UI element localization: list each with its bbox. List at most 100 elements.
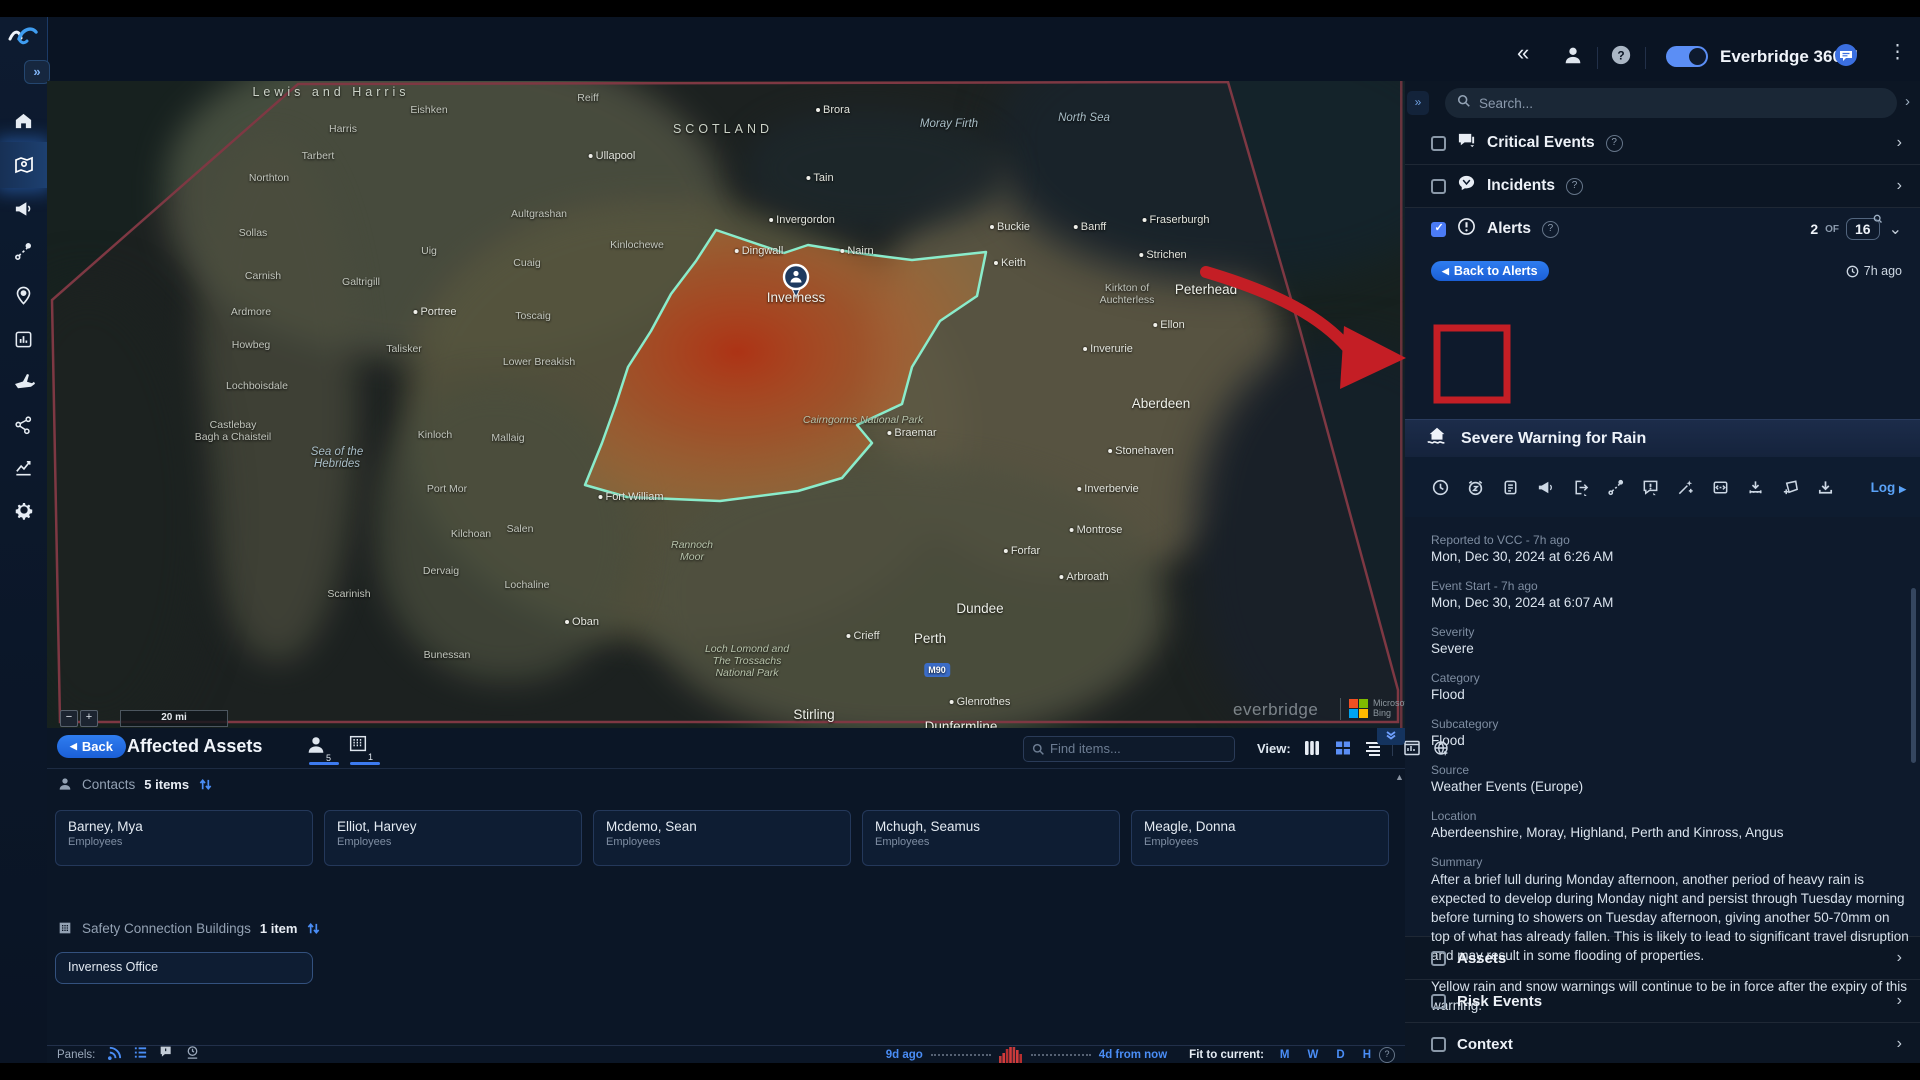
timeline-help-icon[interactable]: ?: [1379, 1047, 1395, 1063]
alert-field: SourceWeather Events (Europe): [1431, 763, 1894, 796]
section-row-context[interactable]: Context ›: [1405, 1023, 1920, 1065]
map-label: Inverurie: [1083, 343, 1133, 355]
help-icon[interactable]: ?: [1610, 44, 1632, 70]
broadcast-icon[interactable]: [1528, 478, 1563, 497]
contact-card[interactable]: Mchugh, SeamusEmployees: [862, 810, 1120, 866]
find-items-input[interactable]: Find items...: [1023, 736, 1235, 762]
everbridge-logo-icon[interactable]: [6, 23, 40, 58]
range-hour-button[interactable]: H: [1363, 1049, 1371, 1061]
map-canvas[interactable]: Lewis and HarrisReiffEishkenHarrisSCOTLA…: [47, 81, 1405, 728]
alerts-collapse-chevron-icon[interactable]: ⌄: [1889, 219, 1902, 239]
critical-events-checkbox[interactable]: [1431, 136, 1446, 151]
back-to-alerts-button[interactable]: ◀Back to Alerts: [1431, 261, 1549, 281]
map-attribution: Microsoft Bing: [1373, 698, 1405, 718]
tab-contacts[interactable]: 5: [305, 734, 327, 761]
assets-chevron-icon[interactable]: ›: [1897, 949, 1902, 967]
history-icon[interactable]: [1423, 478, 1458, 497]
alerts-count-current: 2: [1810, 221, 1818, 237]
critical-events-help-icon[interactable]: ?: [1606, 135, 1623, 152]
alerts-help-icon[interactable]: ?: [1542, 221, 1559, 238]
incidents-chevron-icon[interactable]: ›: [1897, 177, 1902, 195]
context-checkbox[interactable]: [1431, 1037, 1446, 1052]
more-menu-icon[interactable]: ⋮: [1888, 43, 1907, 63]
zoom-in-button[interactable]: +: [80, 710, 98, 727]
collapse-left-icon[interactable]: «: [1517, 43, 1529, 63]
contacts-section-header: Contacts 5 items: [57, 776, 213, 792]
incidents-checkbox[interactable]: [1431, 179, 1446, 194]
details-scrollbar[interactable]: [1911, 588, 1916, 763]
draw-area-icon[interactable]: [1773, 478, 1808, 497]
map-label: Inverbervie: [1077, 483, 1138, 495]
risk-events-chevron-icon[interactable]: ›: [1897, 992, 1902, 1010]
range-week-button[interactable]: W: [1308, 1049, 1319, 1061]
sidebar-item-location[interactable]: [0, 275, 47, 315]
sidebar-item-home[interactable]: [0, 100, 47, 140]
timeline-past-label[interactable]: 9d ago: [886, 1049, 923, 1061]
sort-icon[interactable]: [198, 777, 213, 792]
sidebar-item-network[interactable]: [0, 405, 47, 445]
alerts-checkbox[interactable]: [1431, 222, 1446, 237]
layer-row-incidents[interactable]: Incidents ? ›: [1405, 165, 1920, 207]
download-icon[interactable]: [1808, 478, 1843, 497]
sidebar-item-route[interactable]: [0, 231, 47, 271]
map-label: Perth: [914, 633, 946, 645]
back-button[interactable]: ◀Back: [57, 735, 126, 758]
alerts-count-total-box[interactable]: 16: [1846, 218, 1880, 240]
snooze-alarm-icon[interactable]: [1458, 478, 1493, 497]
collapse-bottom-panel-icon[interactable]: [1377, 728, 1405, 745]
user-icon[interactable]: [1562, 44, 1584, 70]
feedback-icon[interactable]: [1834, 43, 1858, 71]
range-month-button[interactable]: M: [1280, 1049, 1290, 1061]
tab-buildings[interactable]: 1: [347, 733, 369, 760]
feed-panel-icon[interactable]: [107, 1045, 122, 1065]
search-row-chevron-icon[interactable]: ›: [1905, 93, 1910, 110]
view-grid-icon-active[interactable]: [1333, 738, 1353, 763]
range-day-button[interactable]: D: [1336, 1049, 1344, 1061]
map-label: Toscaig: [515, 310, 551, 322]
globe-export-icon[interactable]: [1432, 738, 1452, 763]
scroll-up-icon[interactable]: ▲: [1395, 772, 1404, 782]
sidebar-item-analytics[interactable]: [0, 447, 47, 487]
collapse-panel-handle[interactable]: »: [1407, 91, 1429, 115]
building-card[interactable]: Inverness Office: [55, 952, 313, 984]
sidebar-item-reports[interactable]: [0, 319, 47, 359]
report-view-icon[interactable]: [1402, 738, 1422, 763]
risk-events-checkbox[interactable]: [1431, 994, 1446, 1009]
everbridge360-toggle[interactable]: [1666, 46, 1708, 67]
map-label: Bunessan: [424, 649, 471, 661]
view-columns-icon[interactable]: [1302, 738, 1322, 763]
sidebar-item-settings[interactable]: [0, 490, 47, 530]
layer-row-critical-events[interactable]: Critical Events ? ›: [1405, 122, 1920, 164]
sidebar-item-map-active[interactable]: [0, 145, 47, 185]
measure-icon[interactable]: [1738, 478, 1773, 497]
tab-contacts-underline: [309, 762, 339, 765]
launch-incident-icon[interactable]: [1563, 478, 1598, 497]
zoom-out-button[interactable]: −: [60, 710, 78, 727]
search-bar[interactable]: Search...: [1445, 88, 1897, 118]
context-chevron-icon[interactable]: ›: [1897, 1035, 1902, 1053]
timeline-future-label[interactable]: 4d from now: [1099, 1049, 1167, 1061]
map-transfer-icon[interactable]: [1703, 478, 1738, 497]
contact-card[interactable]: Elliot, HarveyEmployees: [324, 810, 582, 866]
map-label: Crieff: [846, 630, 879, 642]
contact-card[interactable]: Meagle, DonnaEmployees: [1131, 810, 1389, 866]
timeline-panel-icon[interactable]: [185, 1045, 200, 1065]
critical-events-chevron-icon[interactable]: ›: [1897, 134, 1902, 152]
contact-card[interactable]: Mcdemo, SeanEmployees: [593, 810, 851, 866]
assets-checkbox[interactable]: [1431, 951, 1446, 966]
section-row-assets[interactable]: Assets ›: [1405, 937, 1920, 979]
magic-suggest-icon[interactable]: [1668, 478, 1703, 497]
section-row-risk-events[interactable]: Risk Events ›: [1405, 980, 1920, 1022]
notes-icon[interactable]: [1493, 478, 1528, 497]
route-actions-icon[interactable]: [1598, 478, 1633, 497]
contact-card[interactable]: Barney, MyaEmployees: [55, 810, 313, 866]
list-panel-icon[interactable]: [133, 1045, 148, 1065]
layer-row-alerts[interactable]: Alerts ? 2 OF 16 ⌄: [1405, 208, 1920, 250]
message-alert-icon[interactable]: [1633, 478, 1668, 497]
sidebar-item-travel[interactable]: [0, 362, 47, 402]
sidebar-item-broadcast[interactable]: [0, 188, 47, 228]
message-panel-icon[interactable]: [159, 1045, 174, 1065]
sort-icon[interactable]: [306, 921, 321, 936]
incidents-help-icon[interactable]: ?: [1566, 178, 1583, 195]
log-link[interactable]: Log ▶: [1871, 480, 1906, 495]
